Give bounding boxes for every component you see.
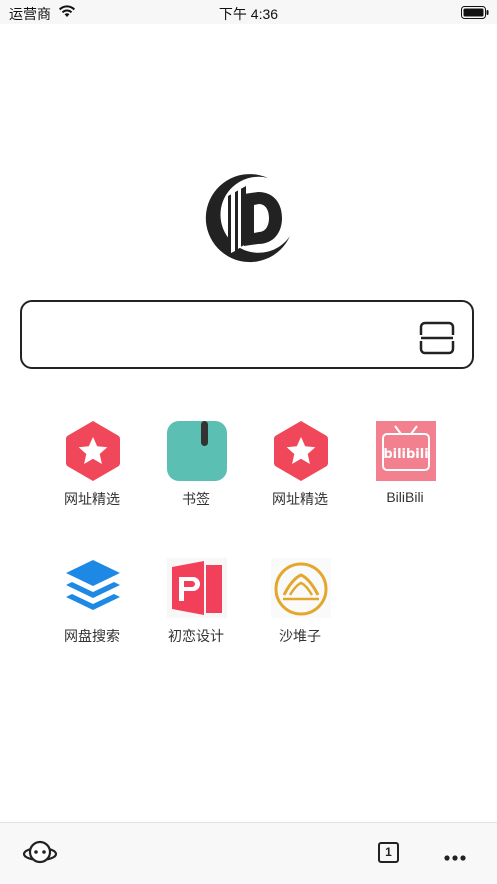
bilibili-icon: bilibili xyxy=(375,420,437,482)
shortcut-bilibili[interactable]: bilibili BiliBili xyxy=(353,420,457,530)
star-hexagon-icon xyxy=(62,420,124,482)
bookmark-icon xyxy=(166,420,228,482)
shortcut-bookmarks[interactable]: 书签 xyxy=(144,420,248,530)
star-hexagon-icon xyxy=(270,420,332,482)
status-bar: 运营商 下午 4:36 xyxy=(0,0,497,24)
layers-icon xyxy=(62,557,124,619)
planet-icon[interactable] xyxy=(22,837,58,872)
shortcut-label: BiliBili xyxy=(386,489,424,505)
shortcut-label: 网址精选 xyxy=(64,491,120,507)
shortcut-label: 网盘搜索 xyxy=(64,628,120,644)
app-logo xyxy=(198,166,298,271)
scan-icon[interactable] xyxy=(419,321,455,360)
shortcut-label: 书签 xyxy=(182,491,210,507)
battery-icon xyxy=(461,6,489,24)
shortcut-label: 网址精选 xyxy=(272,491,328,507)
shortcut-url-picks-2[interactable]: 网址精选 xyxy=(248,420,352,530)
search-input[interactable] xyxy=(20,300,474,369)
more-icon[interactable] xyxy=(443,849,467,867)
bottom-toolbar: 1 xyxy=(0,822,497,884)
shortcut-sand-pile[interactable]: 沙堆子 xyxy=(248,557,352,667)
p-logo-icon xyxy=(166,557,228,619)
sand-logo-icon xyxy=(270,557,332,619)
shortcut-first-love-design[interactable]: 初恋设计 xyxy=(144,557,248,667)
shortcut-url-picks-1[interactable]: 网址精选 xyxy=(40,420,144,530)
shortcut-label: 初恋设计 xyxy=(168,628,224,644)
status-time: 下午 4:36 xyxy=(218,6,279,22)
shortcut-netdisk-search[interactable]: 网盘搜索 xyxy=(40,557,144,667)
svg-text:bilibili: bilibili xyxy=(383,447,428,462)
shortcut-label: 沙堆子 xyxy=(279,628,321,644)
tab-count-button[interactable]: 1 xyxy=(378,842,399,863)
